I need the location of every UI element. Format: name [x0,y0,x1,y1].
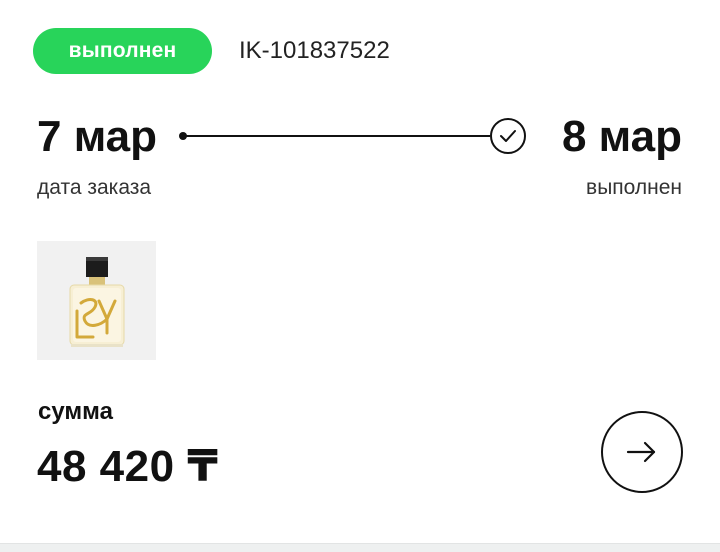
total-amount: 48 420 ₸ [37,442,219,491]
total-label: сумма [38,398,113,425]
order-date: 7 мар [37,112,158,161]
completion-date: 8 мар [561,112,682,161]
status-badge: выполнен [33,28,212,74]
completion-label: выполнен [586,176,682,199]
order-date-label: дата заказа [37,176,152,199]
checkmark-circle-icon [490,118,526,154]
order-id: IK-101837522 [239,37,390,64]
product-image[interactable] [37,241,156,360]
arrow-right-icon [626,441,656,463]
open-order-button[interactable] [601,411,683,493]
order-timeline [179,118,526,154]
perfume-bottle-icon [69,257,125,347]
